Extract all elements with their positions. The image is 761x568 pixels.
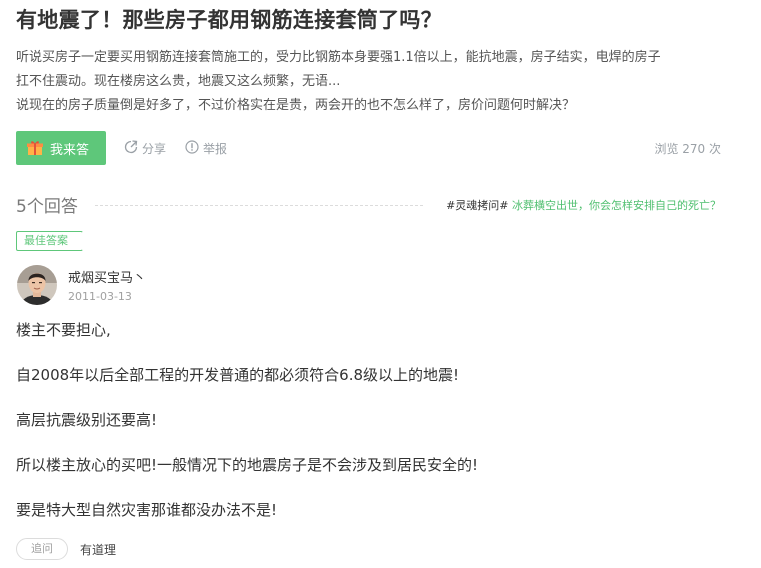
question-title: 有地震了！那些房子都用钢筋连接套筒了吗？ (16, 8, 442, 32)
report-icon (185, 140, 199, 157)
answer-paragraph: 所以楼主放心的买吧!一般情况下的地震房子是不会涉及到居民安全的! (16, 456, 479, 474)
answer-body: 楼主不要担心, 自2008年以后全部工程的开发普通的都必须符合6.8级以上的地震… (16, 318, 736, 543)
view-count: 浏览 270 次 (654, 142, 721, 156)
answer-paragraph: 高层抗震级别还要高! (16, 411, 158, 429)
share-label: 分享 (142, 142, 167, 156)
promo-topic: #灵魂拷问# 冰葬横空出世，你会怎样安排自己的死亡？ (446, 197, 721, 213)
avatar[interactable] (17, 265, 57, 305)
share-link[interactable]: 分享 (124, 140, 166, 157)
answer-paragraph: 楼主不要担心, (16, 321, 111, 339)
promo-tag[interactable]: #灵魂拷问# (446, 199, 508, 212)
description-line: 扛不住震动。现在楼房这么贵，地震又这么频繁，无语... (16, 74, 341, 89)
report-link[interactable]: 举报 (185, 140, 227, 157)
best-answer-badge: 最佳答案 (16, 231, 83, 251)
question-description: 听说买房子一定要买用钢筋连接套筒施工的，受力比钢筋本身要强1.1倍以上，能抗地震… (16, 46, 736, 118)
answer-button[interactable]: 我来答 (16, 131, 106, 165)
answer-count: 5个回答 (16, 197, 78, 217)
useful-button[interactable]: 有道理 (80, 541, 116, 558)
description-line: 听说买房子一定要买用钢筋连接套筒施工的，受力比钢筋本身要强1.1倍以上，能抗地震… (16, 50, 661, 65)
answer-username[interactable]: 戒烟买宝马丶 (68, 267, 146, 286)
answer-date: 2011-03-13 (68, 290, 132, 303)
description-line: 说现在的房子质量倒是好多了，不过价格实在是贵，两会开的也不怎么样了，房价问题何时… (16, 98, 576, 113)
answer-paragraph: 要是特大型自然灾害那谁都没办法不是! (16, 501, 278, 519)
divider (95, 205, 423, 206)
report-label: 举报 (203, 142, 228, 156)
question-page: 有地震了！那些房子都用钢筋连接套筒了吗？ 听说买房子一定要买用钢筋连接套筒施工的… (0, 0, 761, 568)
gift-icon (26, 139, 44, 157)
share-icon (124, 140, 138, 157)
answer-button-label: 我来答 (50, 142, 90, 158)
promo-link[interactable]: 冰葬横空出世，你会怎样安排自己的死亡？ (512, 199, 721, 212)
answer-paragraph: 自2008年以后全部工程的开发普通的都必须符合6.8级以上的地震! (16, 366, 460, 384)
followup-button[interactable]: 追问 (16, 538, 68, 560)
